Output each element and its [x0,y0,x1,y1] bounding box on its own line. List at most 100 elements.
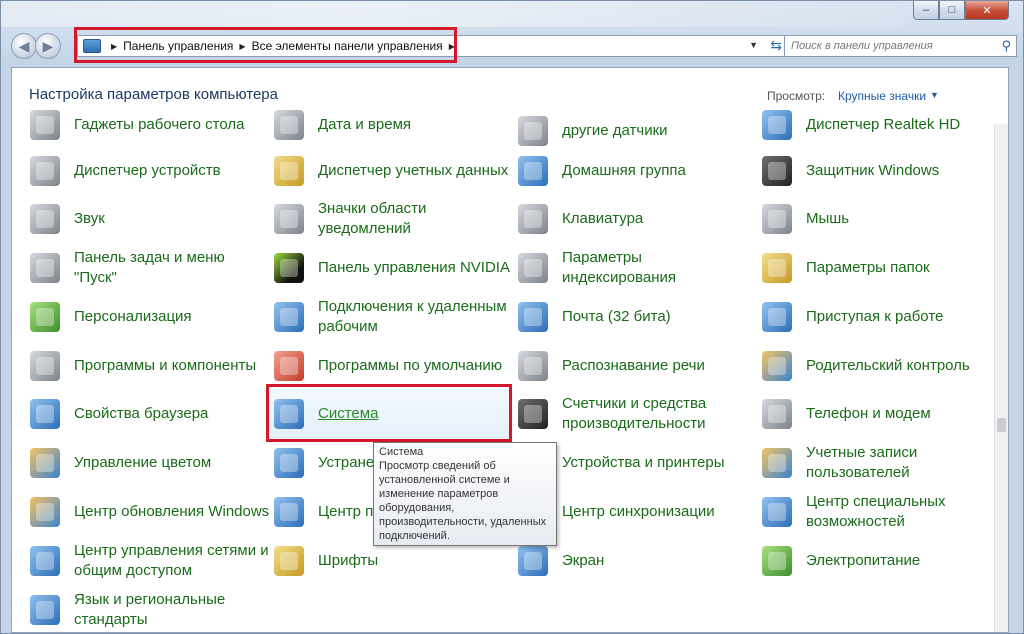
item-network-center[interactable]: Центр управления сетями и общим доступом [30,538,270,584]
item-taskbar[interactable]: Панель задач и меню "Пуск" [30,245,270,291]
item-label: Персонализация [74,308,192,325]
minimize-button[interactable]: – [913,1,939,20]
forward-button[interactable]: ▶ [35,33,61,59]
item-label: Диспетчер учетных данных [318,162,509,179]
items-grid: Гаджеты рабочего стола Диспетчер устройс… [12,68,996,632]
back-button[interactable]: ◀ [11,33,37,59]
microphone-icon [518,351,548,381]
tooltip-text: Просмотр сведений об установленной систе… [379,460,547,542]
item-default-programs[interactable]: Программы по умолчанию [274,343,514,389]
search-placeholder: Поиск в панели управления [791,40,933,52]
item-label: Центр специальных возможностей [806,493,946,530]
troubleshooting-icon [274,448,304,478]
device-manager-icon [30,156,60,186]
item-phone-modem[interactable]: Телефон и модем [762,391,996,437]
back-arrow-icon: ◀ [18,37,30,54]
item-realtek[interactable]: Диспетчер Realtek HD [762,110,996,140]
system-tooltip: Система Просмотр сведений об установленн… [373,442,557,546]
gadgets-icon [30,110,60,140]
item-label: Гаджеты рабочего стола [74,116,245,133]
item-label: Параметры папок [806,259,930,276]
item-label: Счетчики и средства производительности [562,395,707,432]
system-icon [274,399,304,429]
search-input[interactable]: Поиск в панели управления ⚲ [784,35,1017,57]
item-system[interactable]: Система [274,391,514,437]
display-icon [518,546,548,576]
search-icon[interactable]: ⚲ [1001,38,1011,54]
performance-icon [518,399,548,429]
default-programs-icon [274,351,304,381]
item-homegroup[interactable]: Домашняя группа [518,148,758,194]
refresh-icon[interactable]: ⇆ [770,37,782,54]
item-remote-connections[interactable]: Подключения к удаленным рабочим [274,294,514,340]
item-label: Домашняя группа [562,162,686,179]
item-windows-update[interactable]: Центр обновления Windows [30,489,270,535]
item-label: Диспетчер устройств [74,162,221,179]
item-parental-control[interactable]: Родительский контроль [762,343,996,389]
item-label: Распознавание речи [562,357,705,374]
item-personalization[interactable]: Персонализация [30,294,270,340]
item-label: Дата и время [318,116,412,133]
item-sound[interactable]: Звук [30,196,270,242]
item-color-management[interactable]: Управление цветом [30,440,270,486]
item-mail[interactable]: Почта (32 бита) [518,294,758,340]
item-keyboard[interactable]: Клавиатура [518,196,758,242]
power-icon [762,546,792,576]
item-label: Клавиатура [562,210,644,227]
maximize-button[interactable]: □ [939,1,965,20]
item-gadgets[interactable]: Гаджеты рабочего стола [30,110,270,140]
item-nvidia[interactable]: Панель управления NVIDIA [274,245,514,291]
item-label: Звук [74,210,105,227]
item-label: Экран [562,552,605,569]
item-performance[interactable]: Счетчики и средства производительности [518,391,758,437]
scroll-thumb[interactable] [997,418,1006,432]
item-mouse[interactable]: Мышь [762,196,996,242]
item-label: Родительский контроль [806,357,970,374]
item-notification-icons[interactable]: Значки области уведомлений [274,196,514,242]
item-label: Диспетчер Realtek HD [806,116,961,133]
item-speech-recognition[interactable]: Распознавание речи [518,343,758,389]
address-dropdown-icon[interactable]: ▼ [749,40,758,50]
item-accessibility[interactable]: Центр специальных возможностей [762,489,996,535]
item-credential-manager[interactable]: Диспетчер учетных данных [274,148,514,194]
homegroup-icon [518,156,548,186]
fonts-icon [274,546,304,576]
globe-icon [30,399,60,429]
network-icon [30,546,60,576]
color-management-icon [30,448,60,478]
item-label: другие датчики [562,122,668,139]
programs-icon [30,351,60,381]
notification-area-icon [274,204,304,234]
item-label: Устране [318,454,375,471]
windows-update-icon [30,497,60,527]
item-power[interactable]: Электропитание [762,538,996,584]
nvidia-icon [274,253,304,283]
item-device-manager[interactable]: Диспетчер устройств [30,148,270,194]
item-language[interactable]: Язык и региональные стандарты [30,587,270,632]
close-button[interactable]: ✕ [965,1,1009,20]
item-folder-options[interactable]: Параметры папок [762,245,996,291]
item-defender[interactable]: Защитник Windows [762,148,996,194]
speaker-icon [30,204,60,234]
forward-arrow-icon: ▶ [42,37,54,54]
item-label: Почта (32 бита) [562,308,671,325]
content-pane: Настройка параметров компьютера Просмотр… [11,67,1009,633]
item-user-accounts[interactable]: Учетные записи пользователей [762,440,996,486]
accessibility-icon [762,497,792,527]
item-label: Значки области уведомлений [318,200,427,237]
item-indexing[interactable]: Параметры индексирования [518,245,758,291]
item-label: Панель задач и меню "Пуск" [74,249,225,286]
tooltip-title: Система [379,446,424,458]
item-label: Устройства и принтеры [562,454,725,471]
vertical-scrollbar[interactable] [994,124,1008,632]
title-bar [1,1,901,27]
item-programs[interactable]: Программы и компоненты [30,343,270,389]
defender-icon [762,156,792,186]
item-browser-properties[interactable]: Свойства браузера [30,391,270,437]
item-other-sensors[interactable]: другие датчики [518,116,758,146]
item-label: Приступая к работе [806,308,944,325]
item-label: Центр п [318,503,374,520]
item-date-time[interactable]: Дата и время [274,110,514,140]
item-getting-started[interactable]: Приступая к работе [762,294,996,340]
item-label: Параметры индексирования [562,249,676,286]
